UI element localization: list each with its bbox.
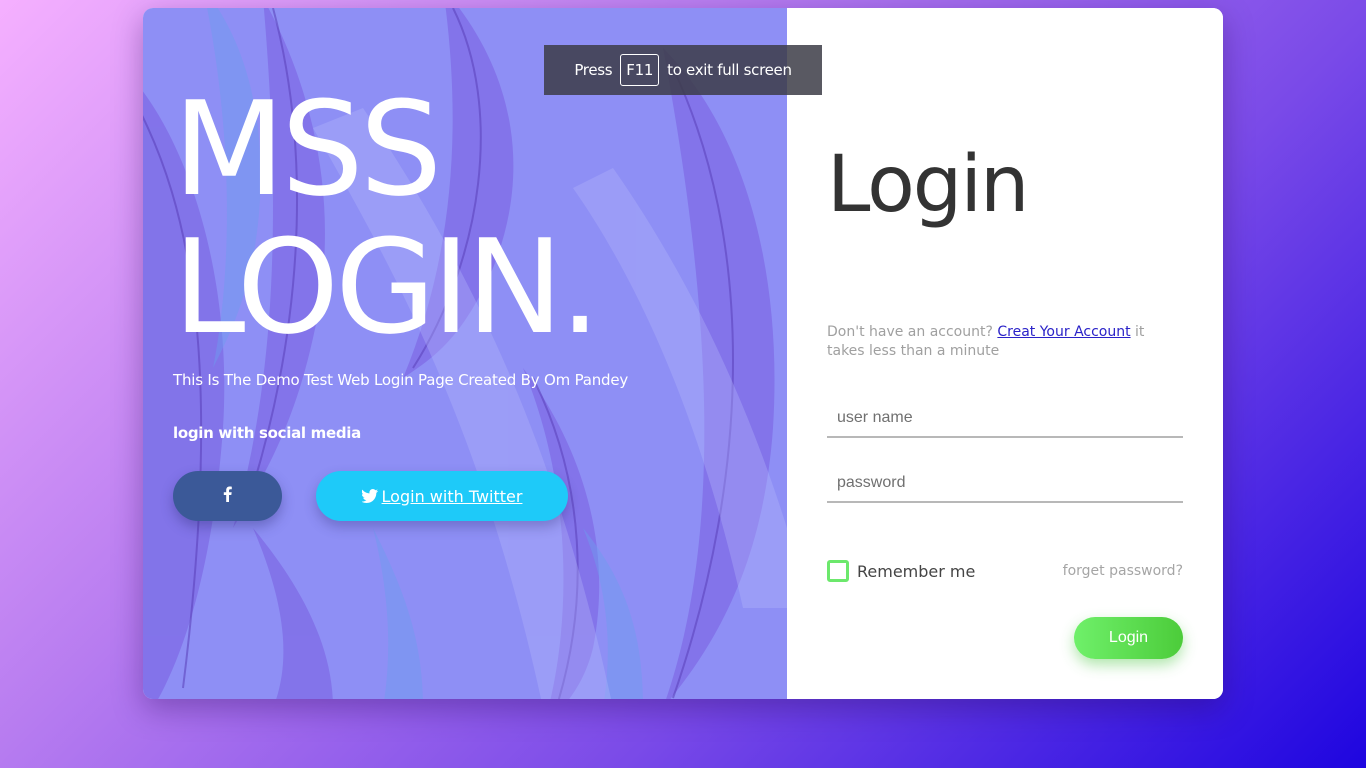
twitter-login-button[interactable]: Login with Twitter — [316, 471, 568, 521]
username-input[interactable] — [827, 400, 1183, 438]
login-submit-button[interactable]: Login — [1074, 617, 1183, 659]
login-heading: Login — [827, 140, 1029, 230]
signup-prefix: Don't have an account? — [827, 324, 993, 340]
fullscreen-notice-prefix: Press — [574, 61, 613, 79]
tagline: This Is The Demo Test Web Login Page Cre… — [173, 371, 629, 389]
twitter-icon — [361, 489, 378, 503]
facebook-login-button[interactable] — [173, 471, 282, 521]
login-form-panel: Login Don't have an account? Creat Your … — [787, 8, 1223, 699]
brand-title-line-1: MSS — [173, 73, 442, 225]
twitter-login-label: Login with Twitter — [381, 486, 523, 506]
brand-title-line-2: LOGIN. — [173, 211, 601, 363]
brand-panel: MSS LOGIN. This Is The Demo Test Web Log… — [143, 8, 787, 699]
brand-title: MSS LOGIN. — [173, 73, 601, 363]
forgot-password-link[interactable]: forget password? — [1063, 563, 1183, 579]
social-login-heading: login with social media — [173, 424, 361, 442]
password-input[interactable] — [827, 465, 1183, 503]
create-account-link[interactable]: Creat Your Account — [997, 324, 1130, 340]
facebook-icon — [223, 486, 232, 506]
login-card: MSS LOGIN. This Is The Demo Test Web Log… — [143, 8, 1223, 699]
fullscreen-notice-suffix: to exit full screen — [667, 61, 792, 79]
remember-me-option[interactable]: Remember me — [827, 560, 975, 582]
fullscreen-exit-notice: Press F11 to exit full screen — [544, 45, 822, 95]
signup-prompt: Don't have an account? Creat Your Accoun… — [827, 323, 1183, 361]
f11-key-badge: F11 — [620, 54, 660, 86]
remember-me-checkbox[interactable] — [827, 560, 849, 582]
remember-me-label: Remember me — [857, 561, 976, 581]
